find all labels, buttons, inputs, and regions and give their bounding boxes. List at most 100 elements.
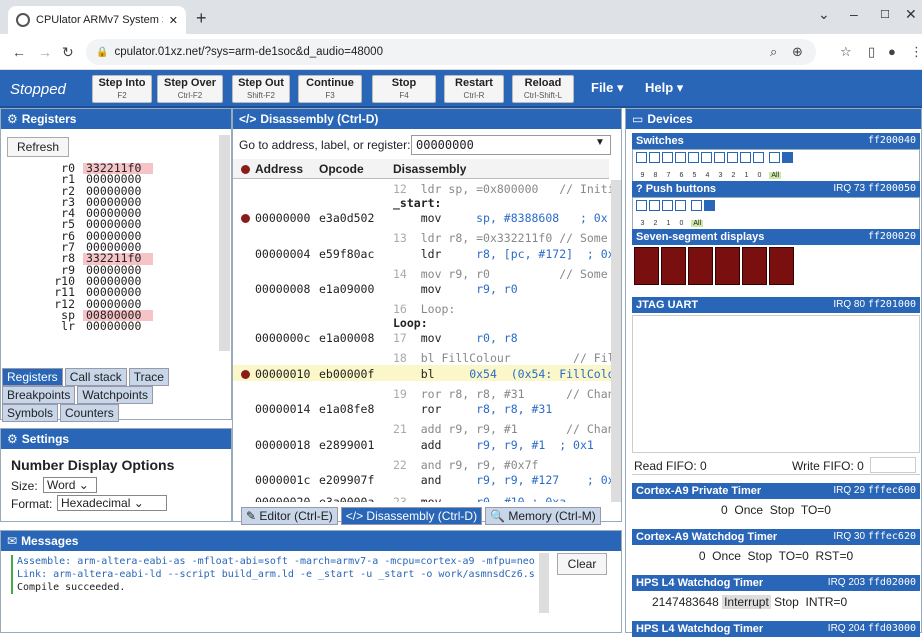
zoom-icon[interactable]: ⊕ [792, 44, 803, 60]
restart-button[interactable]: Restart Ctrl-R [444, 75, 504, 103]
switch-label: 2 [731, 172, 736, 179]
instruction-address: 00000010 [255, 366, 311, 381]
switch-all-off[interactable] [769, 152, 781, 163]
reload-icon[interactable]: ↻ [62, 44, 74, 61]
disassembly-row[interactable]: 00000010 eb00000f bl 0x54 (0x54: FillColo… [233, 364, 613, 381]
maximize-icon[interactable]: ☐ [880, 8, 890, 21]
code-label: _start: [393, 195, 442, 210]
browser-tab[interactable]: CPUlator ARMv7 System Simulat ✕ [8, 6, 186, 34]
chevron-down-icon[interactable]: ⌄ [818, 6, 830, 23]
line-number: 17 [393, 331, 407, 345]
tab-editor[interactable]: ✎ Editor (Ctrl-E) [241, 507, 338, 525]
tab-call-stack[interactable]: Call stack [64, 368, 127, 386]
register-value[interactable]: 00000000 [83, 320, 153, 332]
switch-toggle[interactable] [727, 152, 738, 163]
step-into-button[interactable]: Step Into F2 [92, 75, 152, 103]
switch-toggle[interactable] [649, 152, 660, 163]
reload-button[interactable]: Reload Ctrl-Shift-L [512, 75, 574, 103]
help-menu[interactable]: Help ▾ [645, 80, 683, 96]
continue-button[interactable]: Continue F3 [298, 75, 362, 103]
uart-input[interactable] [870, 457, 916, 473]
tab-close-icon[interactable]: ✕ [169, 14, 178, 27]
push-button[interactable] [675, 200, 686, 211]
tab-symbols[interactable]: Symbols [2, 404, 59, 422]
breakpoint-column-icon [241, 165, 250, 174]
size-select[interactable]: Word ⌄ [43, 477, 97, 493]
switch-toggle[interactable] [753, 152, 764, 163]
push-buttons-header: ? Push buttons IRQ 73 ff200050 [632, 181, 920, 197]
step-out-button[interactable]: Step Out Shift-F2 [232, 75, 290, 103]
tab-breakpoints[interactable]: Breakpoints [2, 386, 76, 404]
tab-memory[interactable]: 🔍 Memory (Ctrl-M) [485, 507, 601, 525]
messages-scrollbar[interactable] [539, 553, 549, 613]
goto-address-input[interactable]: 00000000 [411, 135, 611, 155]
forward-icon[interactable]: → [38, 44, 52, 60]
new-tab-icon[interactable]: + [196, 8, 207, 29]
switch-toggle[interactable] [636, 152, 647, 163]
tab-registers[interactable]: Registers [2, 368, 63, 386]
interrupt-button[interactable]: Interrupt [722, 595, 771, 609]
push-all-off[interactable] [691, 200, 703, 211]
instruction-operands: r0, r8 [476, 331, 518, 345]
line-number: 18 [393, 351, 407, 365]
registers-scrollbar[interactable] [219, 135, 230, 351]
seven-segment-header: Seven-segment displays ff200020 [632, 229, 920, 245]
hps-watchdog-device-2: HPS L4 Watchdog Timer IRQ 204 ffd03000 [632, 621, 920, 637]
clear-button[interactable]: Clear [557, 553, 607, 575]
uart-terminal[interactable] [632, 315, 920, 453]
switches-header: Switches ff200040 [632, 133, 920, 149]
search-icon[interactable]: ⌕ [770, 44, 777, 60]
sidebar-icon[interactable]: ▯ [868, 44, 875, 60]
col-opcode: Opcode [319, 162, 364, 176]
tab-counters[interactable]: Counters [60, 404, 119, 422]
switch-toggle[interactable] [740, 152, 751, 163]
instruction-address: 00000004 [255, 246, 311, 261]
file-menu[interactable]: File ▾ [591, 80, 624, 96]
private-timer-device: Cortex-A9 Private Timer IRQ 29 fffec600 0… [632, 483, 920, 521]
switch-toggle[interactable] [675, 152, 686, 163]
back-icon[interactable]: ← [12, 44, 26, 60]
tab-trace[interactable]: Trace [128, 368, 169, 386]
step-over-button[interactable]: Step Over Ctrl-F2 [157, 75, 223, 103]
refresh-button[interactable]: Refresh [7, 137, 69, 157]
instruction-operands: r8, r8, #31 [476, 402, 553, 416]
line-number: 14 [393, 266, 407, 281]
hps-watchdog-header: HPS L4 Watchdog Timer IRQ 203 ffd02000 [632, 575, 920, 591]
push-button[interactable] [649, 200, 660, 211]
disassembly-header: </> Disassembly (Ctrl-D) [233, 109, 621, 129]
switch-all-on[interactable] [782, 152, 794, 163]
messages-header: ✉ Messages [1, 531, 621, 551]
url-field[interactable]: 🔒 cpulator.01xz.net/?sys=arm-de1soc&d_au… [86, 39, 816, 65]
instruction-operands: 0x54 (0x54: FillColour) [469, 366, 613, 381]
switch-toggle[interactable] [714, 152, 725, 163]
switch-toggle[interactable] [688, 152, 699, 163]
breakpoint-icon[interactable] [241, 214, 250, 223]
breakpoint-icon[interactable] [241, 369, 250, 379]
disassembly-scrollbar[interactable] [611, 180, 621, 502]
switch-label: 9 [640, 172, 645, 179]
push-button[interactable] [636, 200, 647, 211]
menu-dots-icon[interactable]: ⋮ [910, 44, 922, 60]
register-tabs-row1: Registers Call stack Trace [0, 368, 232, 386]
tab-watchpoints[interactable]: Watchpoints [77, 386, 153, 404]
switch-toggle[interactable] [701, 152, 712, 163]
window-close-icon[interactable]: ✕ [905, 6, 917, 23]
instruction-operands: r9, r0 [476, 282, 518, 296]
push-all-on[interactable] [704, 200, 716, 211]
minimize-icon[interactable]: – [850, 6, 858, 22]
stop-button[interactable]: Stop F4 [372, 75, 436, 103]
push-button[interactable] [662, 200, 673, 211]
register-row: lr 00000000 [7, 320, 221, 332]
goto-label: Go to address, label, or register: [239, 138, 411, 152]
tab-disassembly[interactable]: </> Disassembly (Ctrl-D) [340, 507, 483, 525]
instruction-opcode: e1a08fe8 [319, 402, 375, 416]
message-line: Compile succeeded. [17, 582, 126, 593]
format-select[interactable]: Hexadecimal ⌄ [57, 495, 167, 511]
goto-dropdown-icon[interactable]: ▼ [595, 137, 605, 148]
instruction-address: 0000001c [255, 473, 311, 487]
switch-toggle[interactable] [662, 152, 673, 163]
instruction-mnemonic: mov [420, 495, 442, 502]
col-disassembly: Disassembly [393, 162, 467, 176]
bookmark-star-icon[interactable]: ☆ [840, 44, 852, 60]
profile-icon[interactable]: ● [888, 44, 896, 59]
